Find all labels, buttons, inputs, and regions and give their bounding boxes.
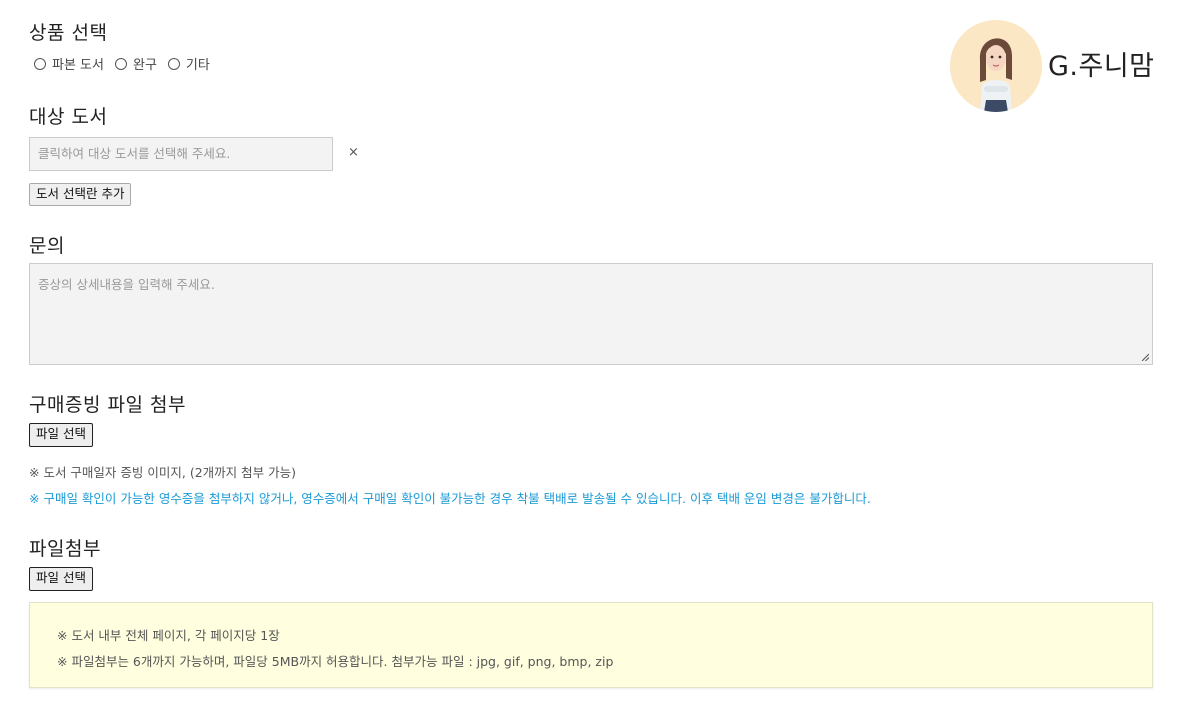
- proof-note: ※ 도서 구매일자 증빙 이미지, (2개까지 첨부 가능): [29, 465, 296, 480]
- inquiry-placeholder: 증상의 상세내용을 입력해 주세요.: [38, 277, 215, 292]
- inquiry-section-title: 문의: [29, 235, 65, 257]
- radio-circle-icon[interactable]: [167, 57, 180, 70]
- radio-option-damaged-book[interactable]: 파본 도서: [29, 54, 104, 73]
- radio-option-toy[interactable]: 완구: [110, 54, 157, 73]
- inquiry-textarea[interactable]: 증상의 상세내용을 입력해 주세요.: [29, 263, 1153, 365]
- avatar-illustration-icon: [950, 20, 1042, 112]
- attach-file-select-button[interactable]: 파일 선택: [29, 567, 93, 591]
- resize-handle-icon[interactable]: [1141, 353, 1149, 361]
- radio-label: 완구: [132, 58, 157, 73]
- clear-book-icon[interactable]: ×: [348, 145, 359, 160]
- product-section-title: 상품 선택: [29, 22, 108, 44]
- radio-circle-icon[interactable]: [114, 57, 127, 70]
- attach-section-title: 파일첨부: [29, 538, 101, 560]
- attach-info-line: ※ 파일첨부는 6개까지 가능하며, 파일당 5MB까지 허용합니다. 첨부가능…: [57, 654, 614, 669]
- product-radio-group: 파본 도서 완구 기타: [29, 54, 216, 73]
- radio-label: 기타: [185, 58, 210, 73]
- book-section-title: 대상 도서: [29, 106, 108, 128]
- avatar: [950, 20, 1042, 112]
- proof-warning-note: ※ 구매일 확인이 가능한 영수증을 첨부하지 않거나, 영수증에서 구매일 확…: [29, 491, 871, 506]
- book-select-input[interactable]: 클릭하여 대상 도서를 선택해 주세요.: [29, 137, 333, 171]
- proof-section-title: 구매증빙 파일 첨부: [29, 394, 186, 416]
- add-book-field-button[interactable]: 도서 선택란 추가: [29, 183, 132, 206]
- user-profile: G.주니맘: [950, 20, 1155, 112]
- radio-circle-icon[interactable]: [34, 57, 46, 70]
- profile-name: G.주니맘: [1048, 50, 1155, 82]
- proof-file-select-button[interactable]: 파일 선택: [29, 423, 93, 447]
- attach-info-line: ※ 도서 내부 전체 페이지, 각 페이지당 1장: [57, 628, 280, 643]
- radio-label: 파본 도서: [52, 58, 104, 73]
- attach-info-box: ※ 도서 내부 전체 페이지, 각 페이지당 1장 ※ 파일첨부는 6개까지 가…: [29, 602, 1153, 688]
- radio-option-other[interactable]: 기타: [163, 54, 210, 73]
